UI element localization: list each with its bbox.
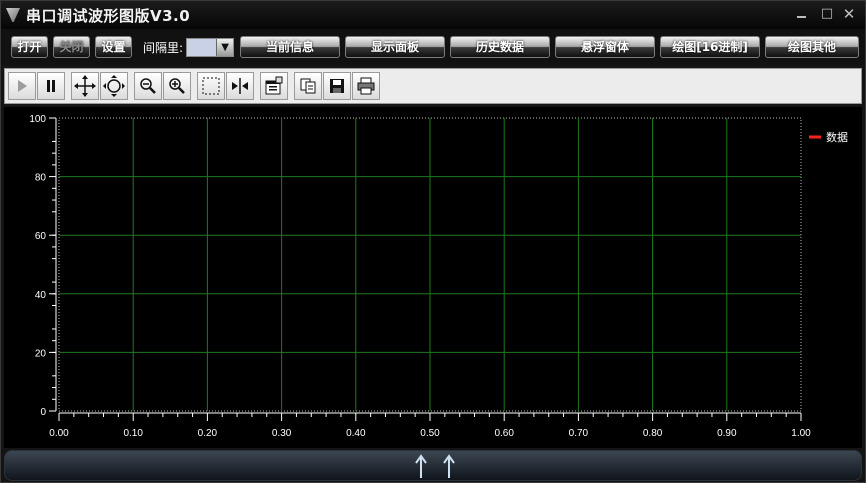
history-data-button[interactable]: 历史数据 bbox=[450, 36, 551, 58]
zoom-out-icon bbox=[140, 78, 156, 94]
x-tick-label: 0.10 bbox=[123, 428, 143, 439]
interval-label: 间隔里: bbox=[143, 40, 184, 55]
close-window-button[interactable]: ✕ bbox=[839, 6, 859, 22]
y-tick-label: 40 bbox=[35, 290, 47, 301]
chart-toolbar bbox=[4, 68, 862, 104]
open-port-button[interactable]: 打开 bbox=[11, 36, 48, 58]
play-icon bbox=[18, 80, 27, 92]
select-rect-button[interactable] bbox=[197, 72, 225, 100]
x-tick-label: 1.00 bbox=[791, 428, 811, 439]
play-button[interactable] bbox=[8, 72, 36, 100]
fit-width-button[interactable] bbox=[226, 72, 254, 100]
x-tick-label: 0.80 bbox=[643, 428, 663, 439]
legend-label: 数据 bbox=[826, 130, 848, 144]
plot-other-button[interactable]: 绘图其他 bbox=[765, 36, 860, 58]
zoom-out-button[interactable] bbox=[134, 72, 162, 100]
pause-icon bbox=[47, 80, 55, 92]
chevron-down-icon[interactable]: ▼ bbox=[216, 38, 234, 56]
up-arrow-icon[interactable] bbox=[443, 454, 455, 478]
bottom-scroll-bar[interactable] bbox=[4, 450, 862, 481]
print-icon bbox=[357, 77, 375, 95]
pan-button[interactable] bbox=[71, 72, 99, 100]
zoom-in-icon bbox=[169, 78, 185, 94]
float-window-button[interactable]: 悬浮窗体 bbox=[555, 36, 656, 58]
zoom-fit-button[interactable] bbox=[100, 72, 128, 100]
chart-canvas[interactable]: 0.00 0.10 0.20 0.30 0.40 0.50 0.60 0.70 0.80 0.90… bbox=[4, 107, 862, 448]
save-icon bbox=[330, 79, 344, 93]
properties-icon bbox=[265, 76, 283, 95]
pan-icon bbox=[74, 75, 96, 97]
x-tick-label: 0.00 bbox=[49, 428, 69, 439]
copy-button[interactable] bbox=[294, 72, 322, 100]
save-button[interactable] bbox=[323, 72, 351, 100]
interval-select[interactable]: ▼ bbox=[186, 37, 235, 57]
copy-icon bbox=[300, 78, 316, 94]
window-title: 串口调试波形图版V3.0 bbox=[26, 6, 191, 25]
x-tick-label: 0.20 bbox=[198, 428, 218, 439]
minimize-button[interactable] bbox=[797, 8, 806, 18]
y-tick-label: 100 bbox=[29, 114, 46, 125]
y-tick-label: 20 bbox=[35, 348, 47, 359]
plot-hex-button[interactable]: 绘图[16进制] bbox=[660, 36, 761, 58]
properties-button[interactable] bbox=[260, 72, 288, 100]
current-info-button[interactable]: 当前信息 bbox=[240, 36, 341, 58]
title-bar[interactable]: 串口调试波形图版V3.0 □ ✕ bbox=[1, 1, 865, 29]
waveform-chart[interactable]: 0.00 0.10 0.20 0.30 0.40 0.50 0.60 0.70 0.80 0.90… bbox=[4, 107, 862, 448]
y-tick-label: 0 bbox=[40, 407, 46, 418]
pause-button[interactable] bbox=[37, 72, 65, 100]
app-logo-icon bbox=[6, 8, 20, 22]
x-tick-label: 0.50 bbox=[420, 428, 440, 439]
x-tick-label: 0.30 bbox=[272, 428, 292, 439]
y-tick-label: 60 bbox=[35, 231, 47, 242]
x-tick-label: 0.70 bbox=[569, 428, 589, 439]
close-port-button[interactable]: 关闭 bbox=[53, 36, 90, 58]
settings-button[interactable]: 设置 bbox=[95, 36, 132, 58]
maximize-button[interactable]: □ bbox=[817, 6, 837, 22]
print-button[interactable] bbox=[352, 72, 380, 100]
display-panel-button[interactable]: 显示面板 bbox=[345, 36, 446, 58]
zoom-in-button[interactable] bbox=[163, 72, 191, 100]
x-tick-label: 0.40 bbox=[346, 428, 366, 439]
command-bar: 打开 关闭 设置 间隔里: ▼ 当前信息 显示面板 历史数据 悬浮窗体 绘图[1… bbox=[1, 29, 865, 65]
y-tick-label: 80 bbox=[35, 173, 47, 184]
select-rect-icon bbox=[202, 77, 220, 95]
x-tick-label: 0.90 bbox=[717, 428, 737, 439]
app-window: 串口调试波形图版V3.0 □ ✕ 打开 关闭 设置 间隔里: ▼ 当前信息 显示… bbox=[0, 0, 866, 483]
fit-width-icon bbox=[232, 78, 248, 94]
up-arrow-icon[interactable] bbox=[415, 454, 427, 478]
x-tick-label: 0.60 bbox=[494, 428, 514, 439]
zoom-fit-icon bbox=[103, 75, 125, 97]
